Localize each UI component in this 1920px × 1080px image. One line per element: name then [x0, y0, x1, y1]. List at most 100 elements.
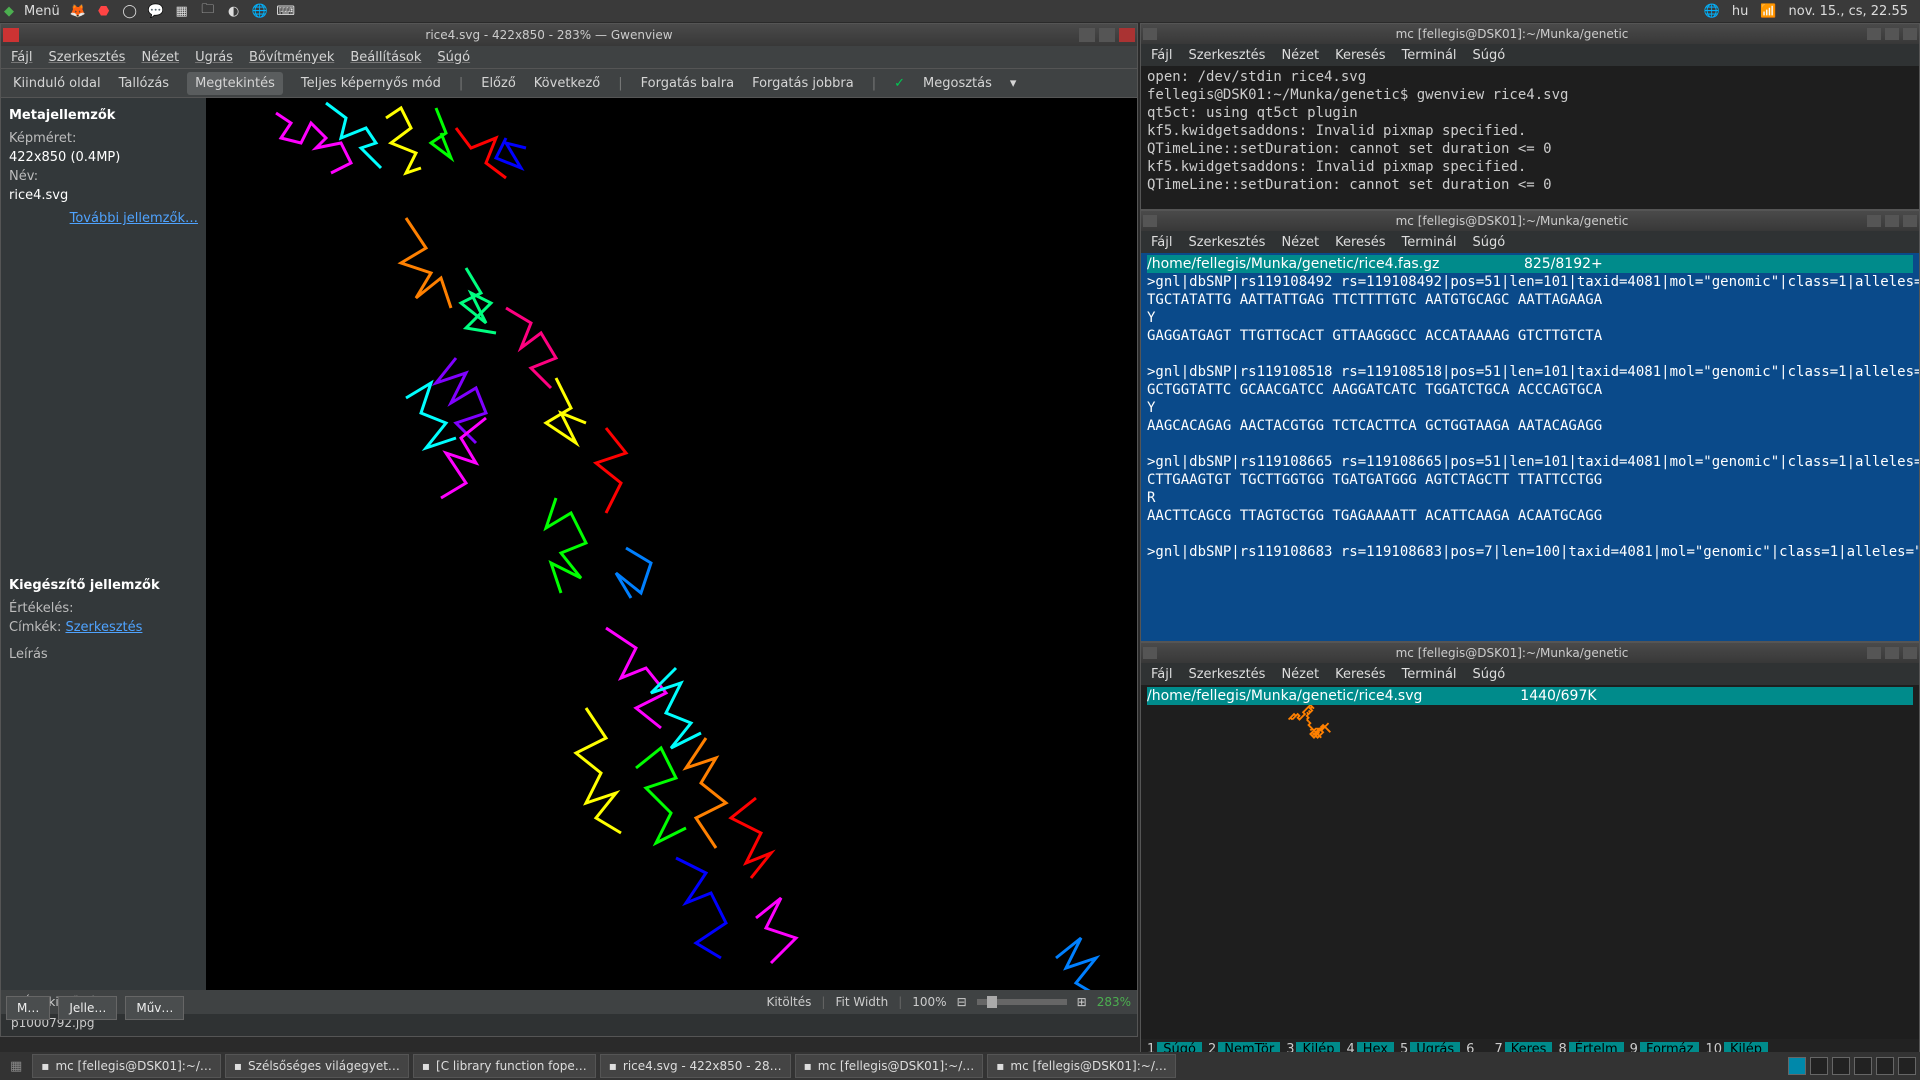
app-icon-red[interactable]: ⬣	[96, 3, 112, 19]
zoom-out-icon[interactable]: ⊟	[957, 995, 967, 1009]
zoom-slider[interactable]	[977, 999, 1067, 1005]
gwenview-sidebar: Metajellemzők Képméret: 422x850 (0.4MP) …	[1, 98, 206, 990]
firefox-icon[interactable]: 🦊	[70, 3, 86, 19]
maximize-button[interactable]	[1885, 215, 1899, 227]
term3-titlebar[interactable]: mc [fellegis@DSK01]:~/Munka/genetic	[1141, 643, 1919, 663]
minimize-button[interactable]	[1867, 647, 1881, 659]
tray-lang[interactable]: hu	[1732, 4, 1748, 19]
app-icon: ▪	[804, 1059, 812, 1073]
menu-go[interactable]: Ugrás	[195, 50, 233, 65]
menu-help[interactable]: Súgó	[1473, 667, 1506, 682]
menu-search[interactable]: Keresés	[1335, 667, 1385, 682]
menu-edit[interactable]: Szerkesztés	[1188, 48, 1265, 63]
close-button[interactable]	[1119, 28, 1135, 42]
menu-edit[interactable]: Szerkesztés	[1188, 235, 1265, 250]
taskbar-item[interactable]: ▪Szélsőséges világegyet…	[225, 1054, 409, 1078]
term1-titlebar[interactable]: mc [fellegis@DSK01]:~/Munka/genetic	[1141, 24, 1919, 44]
menu-help[interactable]: Súgó	[1473, 235, 1506, 250]
gwenview-titlebar[interactable]: rice4.svg - 422x850 - 283% — Gwenview	[1, 24, 1137, 46]
menu-plugins[interactable]: Bővítmények	[249, 50, 334, 65]
pager-2[interactable]	[1810, 1057, 1828, 1075]
menu-search[interactable]: Keresés	[1335, 48, 1385, 63]
close-button[interactable]	[1903, 647, 1917, 659]
taskbar-item[interactable]: ▪mc [fellegis@DSK01]:~/…	[32, 1054, 221, 1078]
meta-header: Metajellemzők	[9, 108, 198, 123]
menu-terminal[interactable]: Terminál	[1402, 48, 1457, 63]
tb-next[interactable]: Következő	[534, 76, 600, 91]
menu-view[interactable]: Nézet	[1281, 667, 1319, 682]
term3-output[interactable]: /home/fellegis/Munka/genetic/rice4.svg 1…	[1141, 685, 1919, 1039]
app-icon-file[interactable]: ▦	[174, 3, 190, 19]
menu-view[interactable]: Nézet	[1281, 235, 1319, 250]
menu-settings[interactable]: Beállítások	[350, 50, 421, 65]
taskbar-item[interactable]: ▪mc [fellegis@DSK01]:~/…	[795, 1054, 984, 1078]
maximize-button[interactable]	[1885, 28, 1899, 40]
maximize-button[interactable]	[1885, 647, 1899, 659]
side-tab-jelle[interactable]: Jelle…	[58, 996, 117, 1020]
app-icon-moon[interactable]: ◐	[226, 3, 242, 19]
side-tab-m[interactable]: M…	[6, 996, 50, 1020]
menu-help[interactable]: Súgó	[1473, 48, 1506, 63]
app-icon-chat[interactable]: 💬	[148, 3, 164, 19]
side-tab-muv[interactable]: Műv…	[125, 996, 184, 1020]
menu-terminal[interactable]: Terminál	[1402, 667, 1457, 682]
term2-titlebar[interactable]: mc [fellegis@DSK01]:~/Munka/genetic	[1141, 211, 1919, 231]
name-label: Név:	[9, 169, 198, 184]
app-menu-label[interactable]: Menü	[24, 4, 60, 19]
menu-help[interactable]: Súgó	[437, 50, 470, 65]
tags-edit-link[interactable]: Szerkesztés	[65, 620, 142, 635]
zoom-in-icon[interactable]: ⊞	[1077, 995, 1087, 1009]
term2-output[interactable]: /home/fellegis/Munka/genetic/rice4.fas.g…	[1141, 253, 1919, 641]
tb-start[interactable]: Kiinduló oldal	[13, 76, 101, 91]
taskbar-item[interactable]: ▪rice4.svg - 422x850 - 28…	[600, 1054, 791, 1078]
more-props-link[interactable]: További jellemzők…	[70, 211, 198, 226]
zoom-fitw[interactable]: Fit Width	[835, 995, 888, 1009]
tb-fullscreen[interactable]: Teljes képernyős mód	[301, 76, 441, 91]
tb-share[interactable]: Megosztás	[923, 76, 992, 91]
menu-search[interactable]: Keresés	[1335, 235, 1385, 250]
menu-edit[interactable]: Szerkesztés	[1188, 667, 1265, 682]
menu-file[interactable]: Fájl	[1151, 667, 1172, 682]
app-icon-folder[interactable]: 🗀	[200, 3, 216, 19]
term1-output[interactable]: open: /dev/stdin rice4.svg fellegis@DSK0…	[1141, 66, 1919, 209]
tray-globe-icon[interactable]: 🌐	[1704, 4, 1720, 19]
menu-edit[interactable]: Szerkesztés	[48, 50, 125, 65]
maximize-button[interactable]	[1099, 28, 1115, 42]
pager-1[interactable]	[1788, 1057, 1806, 1075]
taskbar-item[interactable]: ▪[C library function fope…	[413, 1054, 596, 1078]
minimize-button[interactable]	[1079, 28, 1095, 42]
show-desktop-icon[interactable]: ▦	[4, 1059, 28, 1074]
app-menu-icon[interactable]: ◆	[4, 4, 14, 19]
pager-3[interactable]	[1832, 1057, 1850, 1075]
pager-4[interactable]	[1854, 1057, 1872, 1075]
menu-terminal[interactable]: Terminál	[1402, 235, 1457, 250]
tb-rotate-right[interactable]: Forgatás jobbra	[752, 76, 854, 91]
image-viewport[interactable]	[206, 98, 1137, 990]
pager-5[interactable]	[1876, 1057, 1894, 1075]
taskbar-item[interactable]: ▪mc [fellegis@DSK01]:~/…	[987, 1054, 1176, 1078]
tb-rotate-left[interactable]: Forgatás balra	[641, 76, 734, 91]
chevron-down-icon[interactable]: ▾	[1010, 76, 1017, 91]
minimize-button[interactable]	[1867, 28, 1881, 40]
menu-file[interactable]: Fájl	[11, 50, 32, 65]
menu-view[interactable]: Nézet	[1281, 48, 1319, 63]
app-icon-circle[interactable]: ◯	[122, 3, 138, 19]
zoom-fill[interactable]: Kitöltés	[766, 995, 811, 1009]
term1-menubar: Fájl Szerkesztés Nézet Keresés Terminál …	[1141, 44, 1919, 66]
tb-view[interactable]: Megtekintés	[187, 72, 283, 95]
close-button[interactable]	[1903, 28, 1917, 40]
minimize-button[interactable]	[1867, 215, 1881, 227]
zoom-100[interactable]: 100%	[912, 995, 946, 1009]
pager-6[interactable]	[1898, 1057, 1916, 1075]
tb-prev[interactable]: Előző	[481, 76, 516, 91]
tb-browse[interactable]: Tallózás	[119, 76, 170, 91]
menu-view[interactable]: Nézet	[141, 50, 179, 65]
app-icon-globe[interactable]: 🌐	[252, 3, 268, 19]
app-icon-term[interactable]: ⌨	[278, 3, 294, 19]
gwenview-window: rice4.svg - 422x850 - 283% — Gwenview Fá…	[0, 23, 1138, 1037]
tray-network-icon[interactable]: 📶	[1760, 4, 1776, 19]
close-button[interactable]	[1903, 215, 1917, 227]
menu-file[interactable]: Fájl	[1151, 235, 1172, 250]
tray-clock: nov. 15., cs, 22.55	[1789, 4, 1908, 19]
menu-file[interactable]: Fájl	[1151, 48, 1172, 63]
